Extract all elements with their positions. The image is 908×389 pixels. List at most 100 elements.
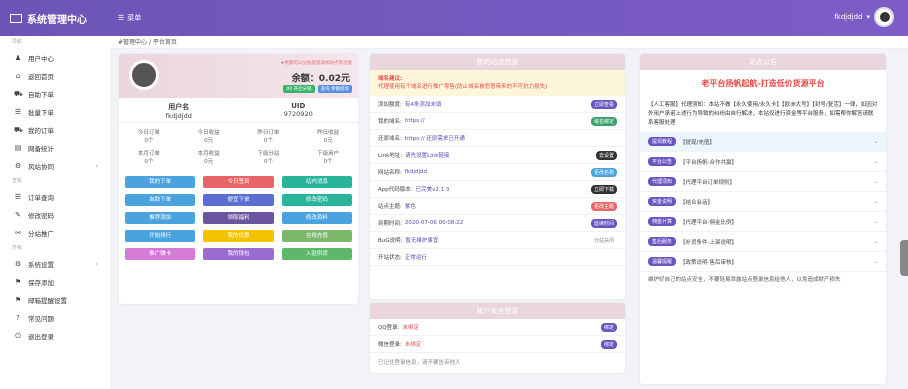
cart-icon: ⛟	[14, 125, 23, 134]
notice-tag: 代理须知	[648, 177, 677, 186]
quick-action-button[interactable]: 推荐添加	[125, 212, 196, 224]
sidebar-item[interactable]: ⛟ 自助下单	[0, 85, 110, 103]
sidebar-item[interactable]: ? 常见问题	[0, 309, 110, 327]
menu-toggle[interactable]: ☰ 菜单	[118, 13, 141, 23]
sidebar-item[interactable]: ✎ 修改密码	[0, 206, 110, 224]
row-value: 正常运行	[404, 255, 427, 261]
sidebar-item[interactable]: ⛟ 我的订单	[0, 121, 110, 139]
quick-action-button[interactable]: 推广赚卡	[125, 248, 196, 260]
quick-buttons: 我的下单 今日签到 站内消息自助下单 便宜下单 修改密码推荐添加 领取福利 修改资料开始排行…	[119, 172, 358, 264]
quick-action-button[interactable]: 开始排行	[125, 230, 196, 242]
quick-action-button[interactable]: 自助下单	[125, 194, 196, 206]
stat-item: 今日收益 0元	[179, 129, 239, 145]
quick-action-button[interactable]: 修改密码	[281, 194, 352, 206]
quick-action-button[interactable]: 入驻供货	[281, 248, 352, 260]
withdraw-button[interactable]: 查询 余额提现	[317, 85, 352, 93]
row-value: 未绑定	[402, 325, 420, 331]
sidebar-item[interactable]: ☰ 订单查询	[0, 188, 110, 206]
warning-title: 域名建议:	[378, 76, 403, 82]
quick-action-button[interactable]: 站内消息	[281, 176, 352, 188]
notice-item[interactable]: 提现教程 【提现/充值】 ⌄	[640, 132, 886, 152]
notice-title: 站点公告	[640, 54, 886, 70]
gear-icon: ⚙	[14, 260, 22, 268]
row-label: Link地址:	[378, 153, 403, 159]
sidebar-section-title: 导航	[12, 39, 23, 45]
breadcrumb: #管理中心 / 平台首页	[110, 36, 908, 49]
row-action-button[interactable]: 立即查看	[590, 99, 617, 109]
breadcrumb-home[interactable]: #管理中心	[118, 39, 147, 46]
row-action-button[interactable]: 更改主题	[590, 201, 617, 211]
scroll-handle[interactable]	[900, 240, 908, 276]
brand[interactable]: 系统管理中心	[10, 11, 87, 26]
row-action-button[interactable]: 更改名称	[590, 167, 617, 177]
chart-icon: ▤	[14, 144, 22, 152]
site-info-row: 开站状态: 正常运行	[370, 249, 625, 266]
row-action-button[interactable]: 去设置	[595, 150, 617, 160]
stat-value: 0元	[323, 138, 333, 144]
sidebar-item-label: 邮箱提醒设置	[28, 297, 67, 305]
bind-button[interactable]: 绑定	[600, 339, 617, 349]
stat-value: 0元	[204, 159, 214, 165]
notice-text: 【代理平台-佣金比例】	[680, 219, 738, 226]
bind-button[interactable]: 绑定	[600, 322, 617, 332]
list-icon: ☰	[14, 193, 22, 201]
row-action-button[interactable]: 分站关闭	[591, 236, 617, 245]
row-value: 已完美v2.1.3	[415, 187, 450, 193]
sidebar-item-label: 风站协同	[28, 163, 54, 171]
sidebar-item-label: 系统设置	[28, 261, 54, 269]
chevron-down-icon: ⌄	[873, 238, 878, 245]
username-label: 用户名	[168, 103, 190, 111]
row-action-button[interactable]: 延续时间	[590, 218, 617, 228]
avatar	[874, 7, 894, 27]
sidebar-item[interactable]: ☰ 批量下单	[0, 103, 110, 121]
sidebar-item[interactable]: ⌂ 返回首页	[0, 67, 110, 85]
site-info-row: 我的域名: https:// 域名绑定	[370, 113, 625, 130]
sidebar-item[interactable]: ♟ 用户中心	[0, 49, 110, 67]
stat-label: 昨日订单	[257, 130, 280, 136]
quick-action-button[interactable]: 我的钱包	[203, 248, 274, 260]
notice-item[interactable]: 售后服务 【补货条件-上架说明】 ⌄	[640, 232, 886, 252]
sidebar-item[interactable]: ⏻ 退出登录	[0, 327, 110, 345]
notice-item[interactable]: 温馨提醒 【政策说明-售后审核】 ⌄	[640, 252, 886, 272]
quick-action-button[interactable]: 修改资料	[281, 212, 352, 224]
sidebar-item[interactable]: ⚙ 系统设置 ›	[0, 255, 110, 273]
notice-item[interactable]: 资金说明 【结合会话】 ⌄	[640, 192, 886, 212]
notice-text: 【结合会话】	[680, 199, 714, 206]
row-action-button[interactable]: 立即下载	[590, 184, 617, 194]
row-action-button[interactable]: 域名绑定	[590, 116, 617, 126]
quick-action-button[interactable]: 我的下单	[125, 176, 196, 188]
site-info-row: Link地址: 请先设置Link链接 去设置	[370, 147, 625, 164]
quick-action-button[interactable]: 领取福利	[203, 212, 274, 224]
row-label: 添加额度:	[378, 102, 402, 108]
sidebar-item[interactable]: ⚯ 分站推广	[0, 224, 110, 242]
notice-text: 【补货条件-上架说明】	[680, 239, 738, 246]
sidebar-item-label: 我的订单	[28, 127, 54, 135]
notice-item[interactable]: 平台公告 【平台扬帆-合作共赢】 ⌄	[640, 152, 886, 172]
sidebar-item[interactable]: ⚑ 保存添加	[0, 273, 110, 291]
sidebar-item[interactable]: ⚑ 邮箱提醒设置	[0, 291, 110, 309]
menu-icon: ☰	[118, 14, 125, 22]
quick-action-button[interactable]: 今日签到	[203, 176, 274, 188]
sidebar-item[interactable]: ⚙ 风站协同 ›	[0, 157, 110, 175]
stat-label: 今日收益	[197, 130, 220, 136]
chevron-right-icon: ›	[95, 260, 98, 268]
notice-tag: 提现教程	[648, 137, 677, 146]
notice-tag: 售后服务	[648, 237, 677, 246]
notice-item[interactable]: 佣金计算 【代理平台-佣金比例】 ⌄	[640, 212, 886, 232]
site-info-row: 还原域名: https:// 还原需求已开通	[370, 130, 625, 147]
notice-footer: 维护好自己的站点安全，不要轻易泄露站点登录信息给他人，以免造成财产损失	[648, 277, 841, 283]
quick-action-button[interactable]: 我的优惠	[203, 230, 274, 242]
quick-action-button[interactable]: 便宜下单	[203, 194, 274, 206]
chevron-down-icon: ⌄	[873, 218, 878, 225]
user-menu[interactable]: fkdjdjdd ▾	[834, 7, 894, 27]
notice-card: 站点公告 老平台扬帆起航-打造低价货源平台 【人工客服】代理须知：本站不做【永久…	[640, 54, 886, 384]
stat-value: 0个	[323, 159, 333, 165]
sidebar-item[interactable]: ▤ 网备统计	[0, 139, 110, 157]
site-info-row: 网站名称: fkdjdjdd 更改名称	[370, 164, 625, 181]
notice-tag: 温馨提醒	[648, 257, 677, 266]
sidebar-section-title: 查看	[12, 178, 23, 184]
notice-item[interactable]: 代理须知 【代理平台订单规则】 ⌄	[640, 172, 886, 192]
row-value: 请先设置Link链接	[405, 153, 450, 159]
quick-action-button[interactable]: 在线充值	[281, 230, 352, 242]
distribution-button[interactable]: 00 开启分销	[283, 85, 315, 93]
